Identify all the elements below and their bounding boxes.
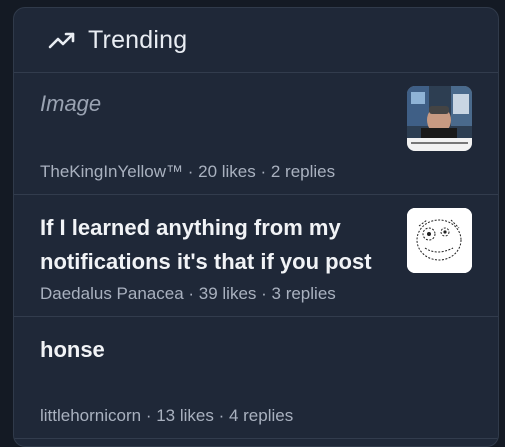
post-thumbnail[interactable]	[407, 208, 472, 273]
trending-up-icon	[48, 30, 76, 50]
post-title[interactable]: If I learned anything from my notificati…	[40, 211, 390, 279]
post-meta: littlehornicorn · 13 likes · 4 replies	[40, 406, 294, 425]
trending-title: Trending	[88, 25, 188, 54]
post-meta: Daedalus Panacea · 39 likes · 3 replies	[40, 284, 336, 303]
trending-post[interactable]: honse littlehornicorn · 13 likes · 4 rep…	[14, 317, 498, 439]
trending-post[interactable]: If I learned anything from my notificati…	[14, 195, 498, 317]
trending-header: Trending	[14, 8, 498, 73]
trending-widget: Trending Image TheKingInYellow™ · 20 lik…	[13, 7, 499, 447]
post-title[interactable]: Image	[40, 87, 390, 121]
post-title[interactable]: honse	[40, 333, 390, 367]
post-meta: TheKingInYellow™ · 20 likes · 2 replies	[40, 162, 336, 181]
trending-post[interactable]: Image TheKingInYellow™ · 20 likes · 2 re…	[14, 73, 498, 195]
post-thumbnail[interactable]	[407, 86, 472, 151]
